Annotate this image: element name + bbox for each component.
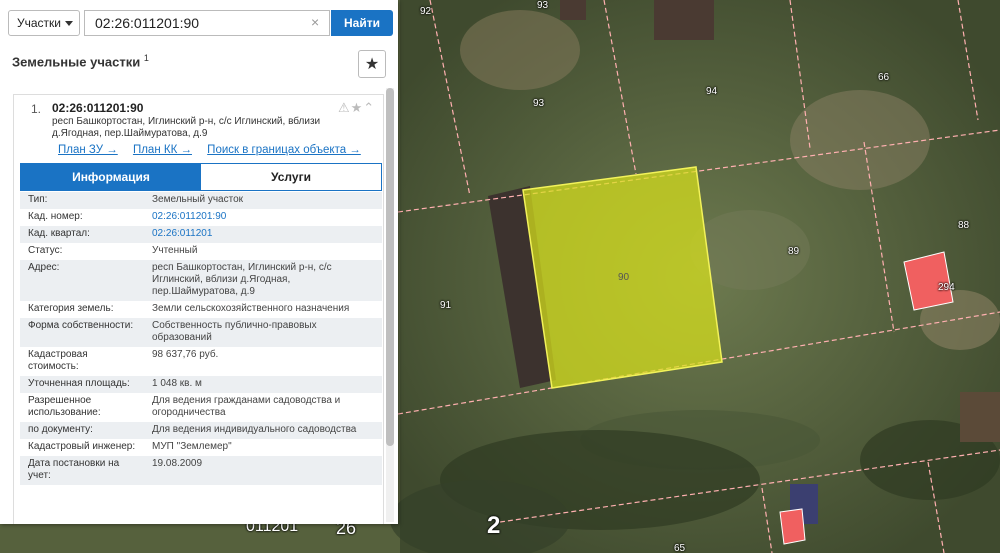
row-value: Земли сельскохозяйственного назначения [144,301,382,318]
table-row: Категория земель: Земли сельскохозяйствен… [20,301,382,318]
info-table: Тип: Земельный участок Кад. номер: 02:26:0… [20,192,382,485]
row-value: 19.08.2009 [144,456,382,485]
table-row: Разрешенное использование: Для ведения гр… [20,393,382,422]
result-action-icons[interactable]: ⚠★⌃ [338,100,375,116]
row-value: 1 048 кв. м [144,376,382,393]
object-type-select[interactable]: Участки [8,10,80,36]
row-key: Дата постановки на учет: [20,456,144,485]
result-tabs: Информация Услуги [20,163,382,191]
table-row: Кад. номер: 02:26:011201:90 [20,209,382,226]
row-value: Учтенный [144,243,382,260]
row-value-link[interactable]: 02:26:011201 [144,226,382,243]
search-bar: Участки 02:26:011201:90 × Найти [0,0,398,44]
table-row: Адрес: респ Башкортостан, Иглинский р-н, … [20,260,382,301]
row-key: Кадастровый инженер: [20,439,144,456]
row-value: Для ведения гражданами садоводства и ого… [144,393,382,422]
table-row: Форма собственности: Собственность публич… [20,318,382,347]
map-label-92: 92 [420,6,432,17]
star-icon: ★ [364,56,380,73]
row-value: 98 637,76 руб. [144,347,382,376]
row-key: Форма собственности: [20,318,144,347]
map-label-88: 88 [958,220,970,231]
row-value: Собственность публично-правовых образова… [144,318,382,347]
map-label-89: 89 [788,246,800,257]
map-label-66: 66 [878,72,890,83]
row-value: МУП "Землемер" [144,439,382,456]
row-key: Тип: [20,192,144,209]
row-key: Кадастровая стоимость: [20,347,144,376]
tab-services[interactable]: Услуги [201,164,381,190]
clear-icon[interactable]: × [311,14,319,30]
row-value-link[interactable]: 02:26:011201:90 [144,209,382,226]
table-row: Дата постановки на учет: 19.08.2009 [20,456,382,485]
object-type-label: Участки [17,16,61,30]
map-label-94: 94 [706,86,718,97]
table-row: Кадастровый инженер: МУП "Землемер" [20,439,382,456]
map-label-91: 91 [440,300,452,311]
result-cad-number[interactable]: 02:26:011201:90 [52,101,143,115]
results-count: 1 [143,53,149,63]
row-key: по документу: [20,422,144,439]
table-row: по документу: Для ведения индивидуального… [20,422,382,439]
plan-zu-link[interactable]: План ЗУ → [58,144,118,156]
search-panel: Участки 02:26:011201:90 × Найти Земельны… [0,0,398,524]
map-label-93-top: 93 [537,0,549,11]
result-links: План ЗУ → План КК → Поиск в границах объ… [58,144,373,156]
tab-information[interactable]: Информация [21,164,201,190]
table-row: Кадастровая стоимость: 98 637,76 руб. [20,347,382,376]
result-card: 1. 02:26:011201:90 респ Башкортостан, Иг… [13,94,384,524]
row-key: Уточненная площадь: [20,376,144,393]
row-value: респ Башкортостан, Иглинский р-н, с/с Иг… [144,260,382,301]
map-label-90[interactable]: 90 [618,272,629,283]
row-key: Статус: [20,243,144,260]
map-label-93: 93 [533,98,545,109]
results-title: Земельные участки 1 [12,53,149,69]
search-in-bounds-link[interactable]: Поиск в границах объекта → [207,144,361,156]
result-address: респ Башкортостан, Иглинский р-н, с/с Иг… [52,116,321,139]
results-title-text: Земельные участки [12,54,141,70]
row-key: Кад. номер: [20,209,144,226]
table-row: Уточненная площадь: 1 048 кв. м [20,376,382,393]
search-input[interactable]: 02:26:011201:90 [84,10,330,36]
row-key: Адрес: [20,260,144,301]
map-label-2: 2 [487,512,501,539]
map-label-294: 294 [938,282,955,293]
row-value: Для ведения индивидуального садоводства [144,422,382,439]
map-label-65: 65 [674,543,686,554]
table-row: Статус: Учтенный [20,243,382,260]
table-row: Тип: Земельный участок [20,192,382,209]
chevron-down-icon [65,21,73,26]
table-row: Кад. квартал: 02:26:011201 [20,226,382,243]
favorites-button[interactable]: ★ [358,50,386,78]
row-key: Разрешенное использование: [20,393,144,422]
row-value: Земельный участок [144,192,382,209]
find-button[interactable]: Найти [331,10,393,36]
result-index: 1. [31,102,42,116]
plan-kk-link[interactable]: План КК → [133,144,192,156]
row-key: Категория земель: [20,301,144,318]
row-key: Кад. квартал: [20,226,144,243]
scrollbar-thumb[interactable] [386,88,394,446]
